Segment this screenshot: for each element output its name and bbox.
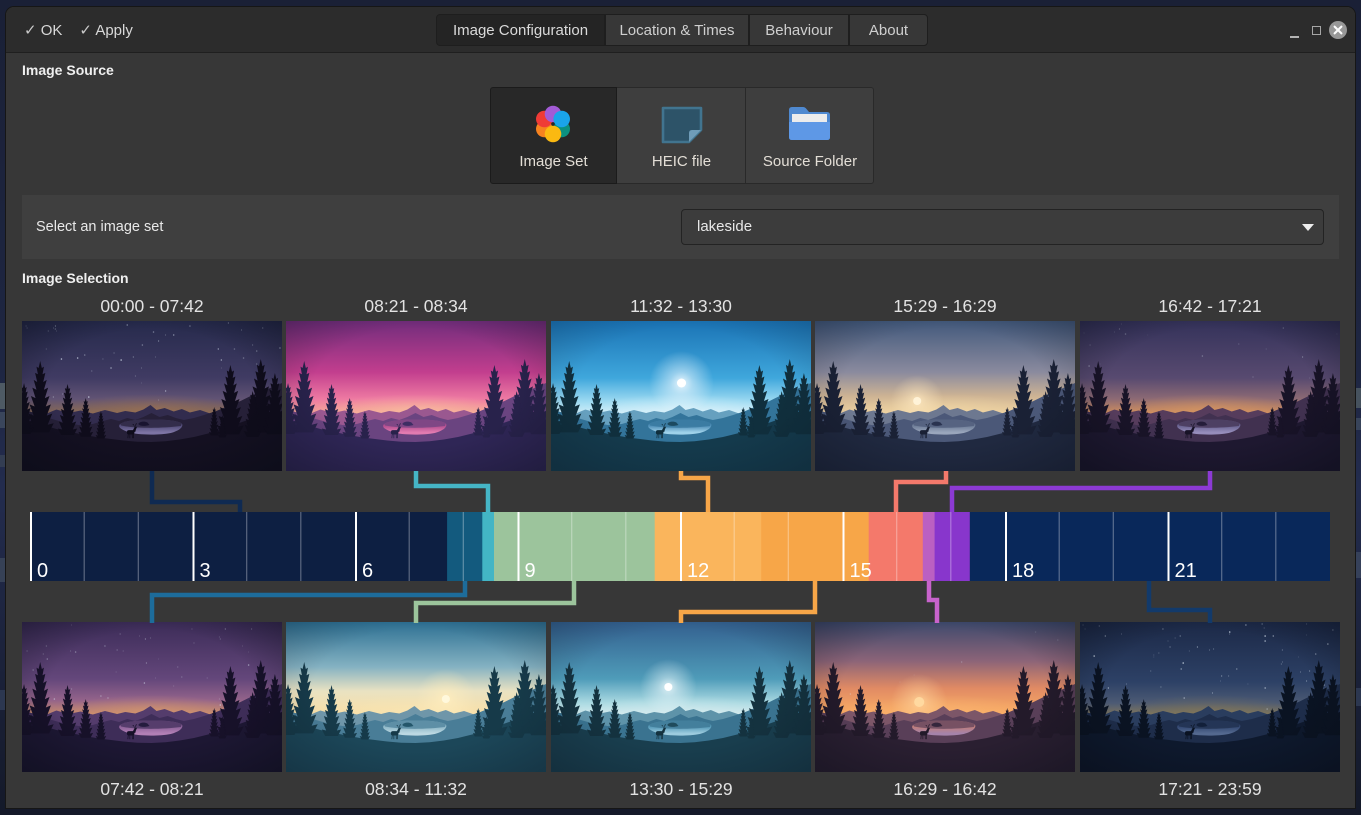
svg-text:0: 0 (37, 560, 48, 581)
svg-text:15: 15 (850, 560, 872, 581)
svg-text:21: 21 (1175, 560, 1197, 581)
svg-text:9: 9 (525, 560, 536, 581)
svg-text:6: 6 (362, 560, 373, 581)
svg-text:3: 3 (200, 560, 211, 581)
svg-text:12: 12 (687, 560, 709, 581)
svg-text:18: 18 (1012, 560, 1034, 581)
